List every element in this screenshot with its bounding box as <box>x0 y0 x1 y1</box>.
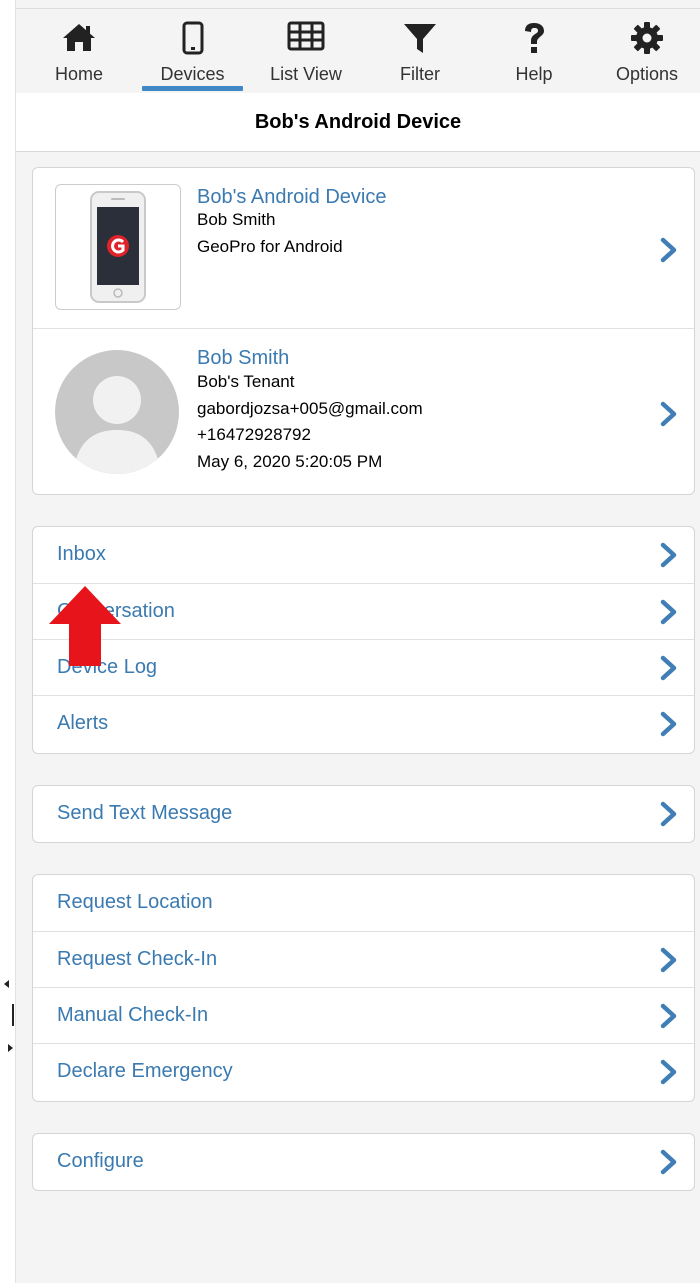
nav-list-view[interactable]: List View <box>262 9 350 93</box>
filter-funnel-icon <box>404 24 436 53</box>
device-thumbnail <box>55 184 181 310</box>
chevron-right-icon <box>660 1149 677 1175</box>
menu-item-conversation[interactable]: Conversation <box>33 583 694 640</box>
person-silhouette-icon <box>73 376 161 474</box>
messages-menu-group: Inbox Conversation Device Log Alerts <box>32 526 695 754</box>
nav-options-label: Options <box>615 64 679 84</box>
contact-phone: +16472928792 <box>197 425 311 444</box>
device-app: GeoPro for Android <box>197 237 343 256</box>
top-toolbar: Home Devices List View Filter Help Optio… <box>16 8 700 94</box>
nav-home[interactable]: Home <box>40 9 118 93</box>
configure-menu-group: Configure <box>32 1133 695 1191</box>
contact-timestamp: May 6, 2020 5:20:05 PM <box>197 452 383 471</box>
chevron-right-icon <box>660 655 677 681</box>
chevron-right-icon <box>660 542 677 568</box>
menu-item-request-location[interactable]: Request Location <box>33 875 694 931</box>
left-splitter-rail[interactable] <box>0 0 16 1283</box>
profile-card: Bob's Android Device Bob Smith GeoPro fo… <box>32 167 695 495</box>
menu-item-alerts[interactable]: Alerts <box>33 695 694 752</box>
table-grid-icon <box>287 21 325 51</box>
nav-list-view-label: List View <box>270 64 342 84</box>
contact-tenant: Bob's Tenant <box>197 372 295 391</box>
device-name-link[interactable]: Bob's Android Device <box>197 186 386 209</box>
chevron-right-icon <box>660 1003 677 1029</box>
menu-item-declare-emergency[interactable]: Declare Emergency <box>33 1043 694 1100</box>
chevron-right-icon <box>660 801 677 827</box>
splitter-handle[interactable] <box>4 980 14 1060</box>
menu-item-manual-check-in[interactable]: Manual Check-In <box>33 987 694 1044</box>
menu-item-device-log[interactable]: Device Log <box>33 639 694 696</box>
menu-item-send-text-message[interactable]: Send Text Message <box>33 786 694 842</box>
nav-filter-label: Filter <box>400 64 440 84</box>
nav-options[interactable]: Options <box>602 9 692 93</box>
menu-item-label: Alerts <box>57 712 109 734</box>
chevron-right-icon <box>660 599 677 625</box>
device-summary-row[interactable]: Bob's Android Device Bob Smith GeoPro fo… <box>33 168 694 328</box>
contact-summary-row[interactable]: Bob Smith Bob's Tenant gabordjozsa+005@g… <box>33 328 694 494</box>
nav-home-label: Home <box>54 64 103 84</box>
avatar <box>55 350 179 474</box>
splitter-grip-icon <box>12 1004 14 1026</box>
device-owner: Bob Smith <box>197 210 276 229</box>
collapse-left-icon <box>4 980 9 988</box>
menu-item-request-check-in[interactable]: Request Check-In <box>33 931 694 988</box>
chevron-right-icon <box>660 947 677 973</box>
menu-item-inbox[interactable]: Inbox <box>33 527 694 583</box>
menu-item-label: Declare Emergency <box>57 1060 233 1082</box>
nav-help[interactable]: Help <box>496 9 572 93</box>
active-tab-indicator <box>142 86 243 91</box>
menu-item-label: Request Check-In <box>57 948 218 970</box>
contact-name-link[interactable]: Bob Smith <box>197 347 289 370</box>
menu-item-label: Manual Check-In <box>57 1004 209 1026</box>
chevron-right-icon <box>660 1059 677 1085</box>
menu-item-label: Send Text Message <box>57 802 233 824</box>
nav-devices[interactable]: Devices <box>142 9 243 93</box>
nav-help-label: Help <box>515 64 553 84</box>
red-arrow-annotation-icon <box>49 586 121 666</box>
chevron-right-icon <box>660 401 677 427</box>
question-mark-icon <box>525 23 544 53</box>
page-title: Bob's Android Device <box>254 111 462 133</box>
android-phone-image <box>90 191 146 303</box>
menu-item-label: Inbox <box>57 543 106 565</box>
phone-icon <box>182 21 203 55</box>
nav-filter[interactable]: Filter <box>380 9 460 93</box>
menu-item-label: Request Location <box>57 891 213 913</box>
chevron-right-icon <box>660 711 677 737</box>
menu-item-configure[interactable]: Configure <box>33 1134 694 1190</box>
nav-devices-label: Devices <box>160 64 225 84</box>
menu-item-label: Configure <box>57 1150 144 1172</box>
send-menu-group: Send Text Message <box>32 785 695 843</box>
expand-right-icon <box>8 1044 13 1052</box>
gear-icon <box>631 22 663 54</box>
page-header: Bob's Android Device <box>16 93 700 152</box>
requests-menu-group: Request Location Request Check-In Manual… <box>32 874 695 1102</box>
home-icon <box>63 24 95 51</box>
main-panel: Home Devices List View Filter Help Optio… <box>16 0 700 1283</box>
chevron-right-icon <box>660 237 677 263</box>
contact-email: gabordjozsa+005@gmail.com <box>197 399 423 418</box>
